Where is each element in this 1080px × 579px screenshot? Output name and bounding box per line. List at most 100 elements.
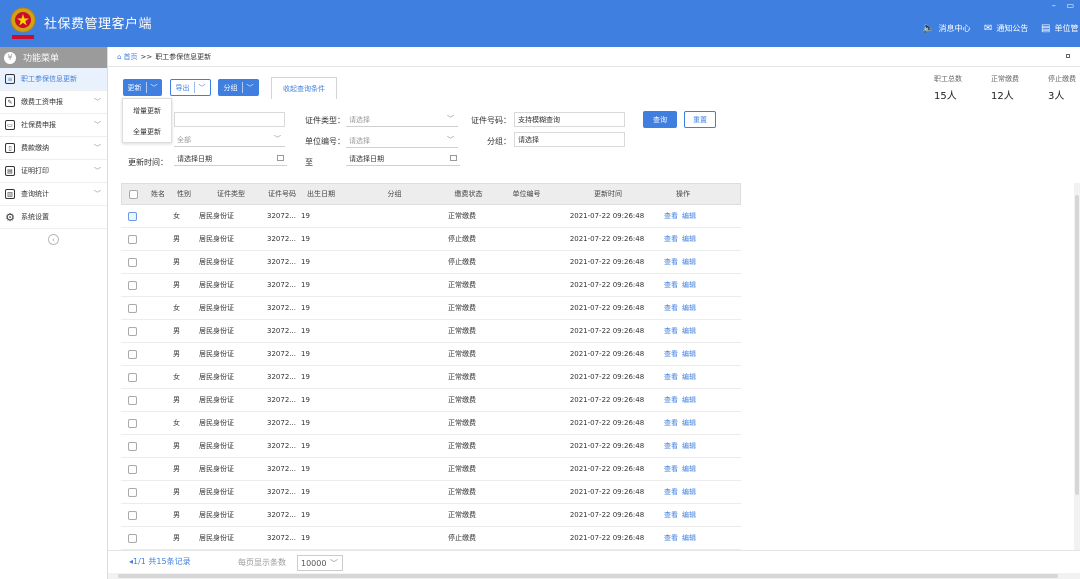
view-link[interactable]: 查看: [664, 464, 678, 474]
table-row[interactable]: 男 居民身份证 32072... 19 正常缴费 2021-07-22 09:26:48 查…: [121, 458, 741, 481]
view-link[interactable]: 查看: [664, 510, 678, 520]
edit-link[interactable]: 编辑: [682, 280, 696, 290]
date-from-input[interactable]: 请选择日期: [174, 152, 287, 166]
maximize-button[interactable]: ▭: [1066, 1, 1074, 10]
horizontal-scrollbar[interactable]: [108, 573, 1080, 579]
row-checkbox[interactable]: [128, 441, 137, 451]
table-row[interactable]: 男 居民身份证 32072... 19 正常缴费 2021-07-22 09:26:48 查…: [121, 274, 741, 297]
view-link[interactable]: 查看: [664, 349, 678, 359]
collapse-sidebar-button[interactable]: ‹: [48, 234, 59, 245]
sidebar-item-staff-update[interactable]: ≡ 职工参保信息更新: [0, 68, 107, 91]
edit-link[interactable]: 编辑: [682, 464, 696, 474]
edit-link[interactable]: 编辑: [682, 487, 696, 497]
sidebar-item-settings[interactable]: ⚙ 系统设置: [0, 206, 107, 229]
edit-link[interactable]: 编辑: [682, 211, 696, 221]
breadcrumb-home[interactable]: 首页: [123, 52, 137, 62]
view-link[interactable]: 查看: [664, 441, 678, 451]
table-row[interactable]: 女 居民身份证 32072... 19 正常缴费 2021-07-22 09:26:48 查…: [121, 297, 741, 320]
table-row[interactable]: 男 居民身份证 32072... 19 正常缴费 2021-07-22 09:26:48 查…: [121, 481, 741, 504]
sidebar-item-statistics[interactable]: ▥ 查询统计 ﹀: [0, 183, 107, 206]
select-all-checkbox[interactable]: [129, 189, 138, 199]
id-type-select[interactable]: 请选择 ﹀: [346, 113, 458, 127]
update-button[interactable]: 更新 ﹀: [123, 79, 162, 96]
edit-link[interactable]: 编辑: [682, 349, 696, 359]
row-checkbox[interactable]: [128, 395, 137, 405]
row-checkbox[interactable]: [128, 510, 137, 520]
cell-id-no: 32072...: [267, 488, 296, 496]
view-link[interactable]: 查看: [664, 280, 678, 290]
mail-icon: ✉: [984, 23, 993, 34]
row-checkbox[interactable]: [128, 303, 137, 313]
edit-link[interactable]: 编辑: [682, 510, 696, 520]
vertical-scrollbar[interactable]: [1074, 183, 1080, 550]
row-checkbox[interactable]: [128, 211, 137, 221]
collapse-filters-tab[interactable]: 收起查询条件: [271, 77, 337, 99]
menu-item-incremental-update[interactable]: 增量更新: [123, 102, 171, 120]
table-row[interactable]: 男 居民身份证 32072... 19 正常缴费 2021-07-22 09:26:48 查…: [121, 320, 741, 343]
menu-item-full-update[interactable]: 全量更新: [123, 123, 171, 141]
group-button[interactable]: 分组 ﹀: [218, 79, 259, 96]
message-center-link[interactable]: 🔈 消息中心: [922, 23, 970, 34]
row-checkbox[interactable]: [128, 326, 137, 336]
cell-update-time: 2021-07-22 09:26:48: [569, 534, 645, 542]
edit-link[interactable]: 编辑: [682, 326, 696, 336]
notice-link[interactable]: ✉ 通知公告: [984, 23, 1028, 34]
view-link[interactable]: 查看: [664, 303, 678, 313]
table-row[interactable]: 男 居民身份证 32072... 19 正常缴费 2021-07-22 09:26:48 查…: [121, 435, 741, 458]
view-link[interactable]: 查看: [664, 211, 678, 221]
view-link[interactable]: 查看: [664, 257, 678, 267]
table-row[interactable]: 男 居民身份证 32072... 19 停止缴费 2021-07-22 09:26:48 查…: [121, 527, 741, 550]
edit-link[interactable]: 编辑: [682, 395, 696, 405]
row-checkbox[interactable]: [128, 349, 137, 359]
name-input[interactable]: [174, 112, 285, 127]
table-row[interactable]: 女 居民身份证 32072... 19 正常缴费 2021-07-22 09:26:48 查…: [121, 205, 741, 228]
row-checkbox[interactable]: [128, 257, 137, 267]
unit-no-select[interactable]: 请选择 ﹀: [346, 134, 458, 148]
table-row[interactable]: 女 居民身份证 32072... 19 正常缴费 2021-07-22 09:26:48 查…: [121, 366, 741, 389]
table-row[interactable]: 女 居民身份证 32072... 19 正常缴费 2021-07-22 09:26:48 查…: [121, 412, 741, 435]
row-checkbox[interactable]: [128, 533, 137, 543]
view-link[interactable]: 查看: [664, 418, 678, 428]
group-filter-input[interactable]: 请选择: [514, 132, 625, 147]
table-row[interactable]: 男 居民身份证 32072... 19 停止缴费 2021-07-22 09:26:48 查…: [121, 228, 741, 251]
sidebar-item-payment[interactable]: ▯ 费款缴纳 ﹀: [0, 137, 107, 160]
row-checkbox[interactable]: [128, 464, 137, 474]
view-link[interactable]: 查看: [664, 533, 678, 543]
row-checkbox[interactable]: [128, 234, 137, 244]
table-row[interactable]: 男 居民身份证 32072... 19 正常缴费 2021-07-22 09:26:48 查…: [121, 343, 741, 366]
cell-unit-no: [490, 251, 561, 273]
id-no-input[interactable]: 支持模糊查询: [514, 112, 625, 127]
page-size-select[interactable]: 10000 ﹀: [297, 555, 343, 571]
minimize-button[interactable]: –: [1052, 1, 1056, 10]
edit-link[interactable]: 编辑: [682, 418, 696, 428]
edit-link[interactable]: 编辑: [682, 533, 696, 543]
row-checkbox[interactable]: [128, 280, 137, 290]
view-link[interactable]: 查看: [664, 372, 678, 382]
sidebar-item-wage-declare[interactable]: ✎ 缴费工资申报 ﹀: [0, 91, 107, 114]
edit-link[interactable]: 编辑: [682, 441, 696, 451]
reset-button[interactable]: 重置: [684, 111, 716, 128]
view-link[interactable]: 查看: [664, 487, 678, 497]
status-select[interactable]: 全部 ﹀: [174, 133, 285, 147]
view-link[interactable]: 查看: [664, 234, 678, 244]
view-link[interactable]: 查看: [664, 395, 678, 405]
date-to-input[interactable]: 请选择日期: [346, 152, 460, 166]
cell-gender: 男: [173, 488, 180, 496]
edit-link[interactable]: 编辑: [682, 303, 696, 313]
view-link[interactable]: 查看: [664, 326, 678, 336]
sidebar-item-fee-declare[interactable]: ▭ 社保费申报 ﹀: [0, 114, 107, 137]
table-row[interactable]: 男 居民身份证 32072... 19 正常缴费 2021-07-22 09:26:48 查…: [121, 504, 741, 527]
row-checkbox[interactable]: [128, 372, 137, 382]
table-row[interactable]: 男 居民身份证 32072... 19 正常缴费 2021-07-22 09:26:48 查…: [121, 389, 741, 412]
edit-link[interactable]: 编辑: [682, 257, 696, 267]
row-checkbox[interactable]: [128, 418, 137, 428]
edit-link[interactable]: 编辑: [682, 372, 696, 382]
table-row[interactable]: 男 居民身份证 32072... 19 停止缴费 2021-07-22 09:26:48 查…: [121, 251, 741, 274]
maximize-panel-icon[interactable]: [1066, 54, 1070, 58]
row-checkbox[interactable]: [128, 487, 137, 497]
query-button[interactable]: 查询: [643, 111, 677, 128]
sidebar-item-print[interactable]: ▤ 证明打印 ﹀: [0, 160, 107, 183]
edit-link[interactable]: 编辑: [682, 234, 696, 244]
unit-manage-link[interactable]: ▤ 单位管: [1041, 23, 1078, 34]
export-button[interactable]: 导出 ﹀: [170, 79, 211, 96]
